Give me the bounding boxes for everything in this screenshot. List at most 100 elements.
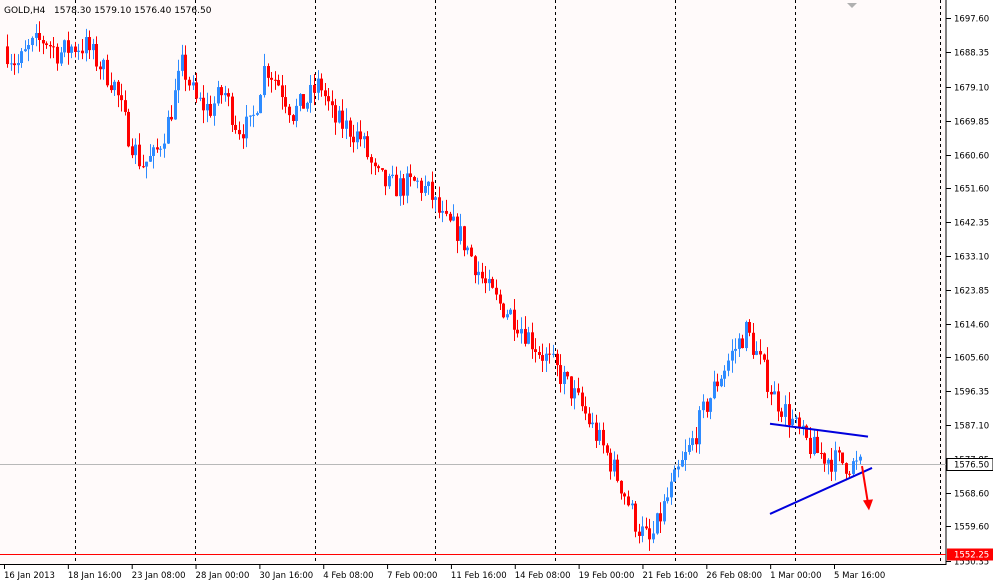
price-tick-label: 1669.85 [954,118,989,128]
price-tick-label: 1697.60 [954,15,989,25]
candle-body [731,350,734,361]
candle-body [463,226,466,251]
candle-body [420,180,423,193]
candle-body [245,116,248,139]
candle-body [292,115,295,122]
candle-body [777,391,780,412]
candle-body [192,82,195,86]
candle-body [609,452,612,472]
candle-body [327,96,330,102]
candle-body [663,501,666,522]
candle-body [259,95,262,114]
candle-body [388,176,391,187]
time-tick-label: 11 Feb 16:00 [451,571,507,581]
time-tick-label: 7 Feb 00:00 [387,571,437,581]
candle-body [702,401,705,411]
gold-h4-chart[interactable]: 1697.60 1688.35 1679.10 1669.85 1660.60 1651.… [0,0,993,584]
candle-body [284,97,287,107]
candle-body [152,147,155,156]
candle-body [834,450,837,472]
time-tick-label: 30 Jan 16:00 [259,571,313,581]
candle-body [138,144,141,167]
candle-body [656,513,659,534]
candle-body [395,174,398,197]
candle-body [52,46,55,48]
candle-body [85,37,88,54]
candle-body [299,94,302,106]
candle-body [27,45,30,50]
candle-body [110,85,113,91]
candle-body [677,466,680,470]
candle-body [195,82,198,99]
candle-body [563,371,566,384]
candle-body [20,51,23,63]
candle-body [613,459,616,472]
candle-body [845,463,848,474]
candle-body [716,381,719,387]
candle-body [470,247,473,257]
candle-body [788,404,791,425]
candle-body [24,49,27,52]
candle-body [341,110,344,129]
candle-body [759,351,762,355]
candle-body [92,43,95,51]
candle-body [734,348,737,351]
candle-body [267,66,270,78]
candle-body [595,422,598,441]
candle-body [356,131,359,143]
candle-body [363,136,366,140]
candle-body [338,110,341,123]
price-tick-label: 1642.35 [954,219,989,229]
candle-body [370,157,373,163]
candle-body [270,77,273,80]
candle-body [720,378,723,387]
candle-body [381,168,384,170]
candle-body [820,452,823,454]
candle-body [466,247,469,251]
candle-body [359,131,362,140]
candle-body [409,173,412,178]
candle-body [456,216,459,241]
candle-body [13,63,16,66]
candle-body [99,66,102,70]
time-tick-label: 19 Feb 00:00 [579,571,635,581]
candle-body [402,178,405,196]
candle-body [288,106,291,116]
candle-body [670,481,673,498]
candle-body [256,113,259,115]
candle-body [477,271,480,276]
candle-body [566,371,569,377]
candle-body [545,353,548,361]
ohlc-values: 1578.30 1579.10 1576.40 1576.50 [54,6,212,16]
candle-body [277,79,280,86]
candle-body [552,353,555,355]
candle-body [459,226,462,241]
candle-body [159,148,162,150]
candle-body [35,33,38,38]
candle-body [852,461,855,474]
candle-body [238,129,241,135]
price-tick-label: 1651.60 [954,185,989,195]
candle-body [684,451,687,460]
candle-body [641,526,644,536]
candle-body [577,388,580,393]
candle-body [484,278,487,284]
candle-body [645,526,648,529]
candle-body [349,120,352,137]
candle-body [855,460,858,462]
candle-body [88,37,91,51]
candle-body [688,445,691,452]
candle-body [638,531,641,536]
candle-body [706,401,709,412]
candle-body [741,338,744,349]
candle-body [106,59,109,86]
candle-body [631,503,634,506]
candle-body [120,95,123,101]
candle-body [184,54,187,80]
candle-body [859,456,862,461]
time-tick-label: 18 Jan 16:00 [68,571,122,581]
candle-body [399,178,402,197]
candle-body [31,37,34,46]
candle-body [763,354,766,360]
candle-body [780,411,783,417]
